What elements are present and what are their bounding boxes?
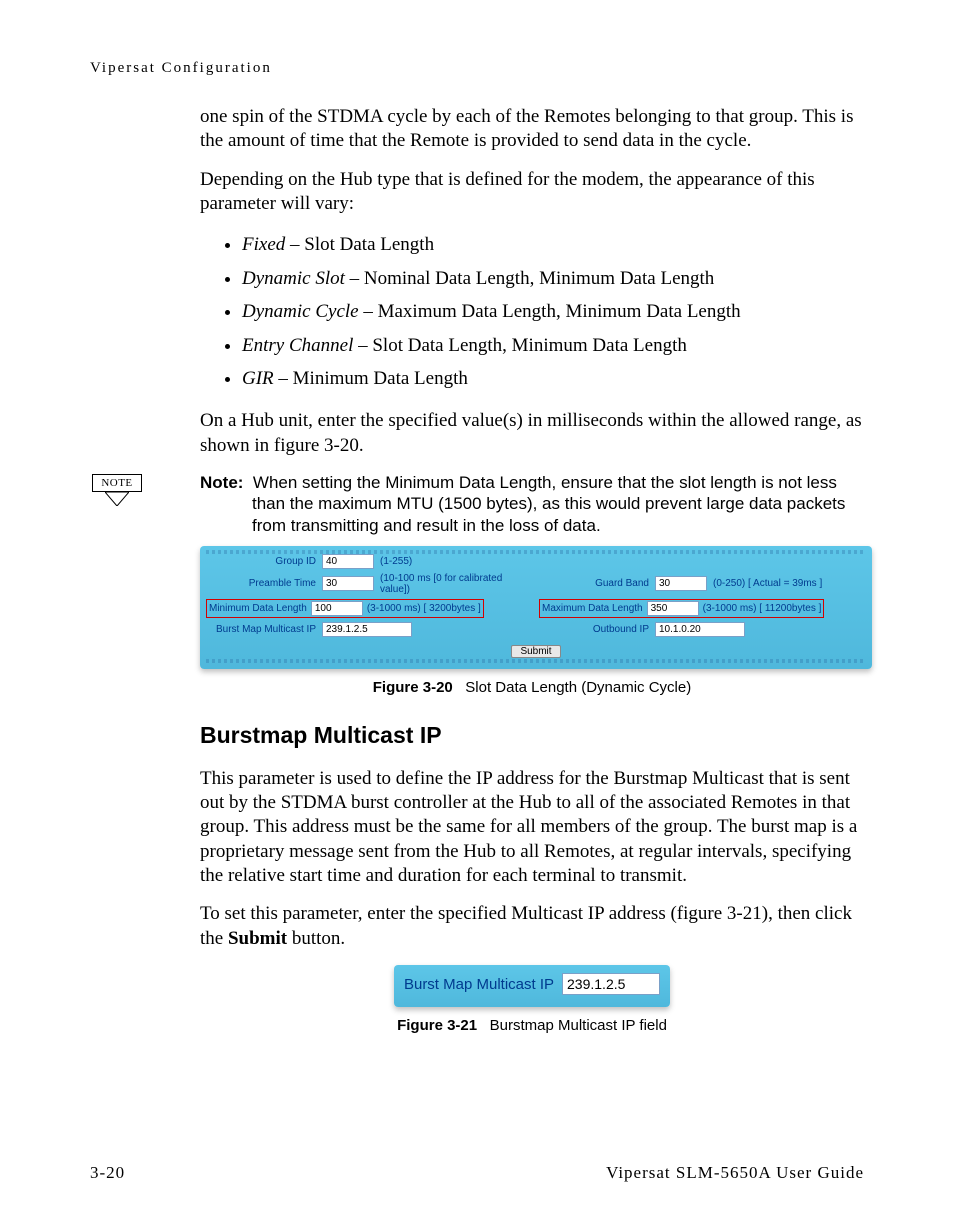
burst-ip-input[interactable]: [322, 622, 412, 637]
group-id-input[interactable]: [322, 554, 374, 569]
figure-3-20-panel: Group ID (1-255) Preamble Time (10-100 m…: [200, 546, 872, 669]
list-item: Entry Channel – Slot Data Length, Minimu…: [242, 331, 864, 360]
max-len-input[interactable]: [647, 601, 699, 616]
paragraph: This parameter is used to define the IP …: [200, 767, 864, 889]
preamble-hint: (10-100 ms [0 for calibrated value]): [380, 573, 533, 595]
running-head: Vipersat Configuration: [90, 60, 864, 77]
list-item: GIR – Minimum Data Length: [242, 364, 864, 393]
paragraph: one spin of the STDMA cycle by each of t…: [200, 105, 864, 154]
preamble-input[interactable]: [322, 576, 374, 591]
figure-3-20-caption: Figure 3-20 Slot Data Length (Dynamic Cy…: [200, 679, 864, 696]
submit-button[interactable]: Submit: [511, 645, 560, 658]
footer-title: Vipersat SLM-5650A User Guide: [606, 1163, 864, 1183]
outbound-ip-input[interactable]: [655, 622, 745, 637]
paragraph: On a Hub unit, enter the specified value…: [200, 409, 864, 458]
burst-ip-label: Burst Map Multicast IP: [206, 624, 316, 635]
group-id-label: Group ID: [206, 556, 316, 567]
preamble-label: Preamble Time: [206, 578, 316, 589]
list-item: Fixed – Slot Data Length: [242, 230, 864, 259]
paragraph: To set this parameter, enter the specifi…: [200, 902, 864, 951]
list-item: Dynamic Cycle – Maximum Data Length, Min…: [242, 297, 864, 326]
min-len-label: Minimum Data Length: [209, 603, 307, 614]
min-len-input[interactable]: [311, 601, 363, 616]
figure-3-21-caption: Figure 3-21 Burstmap Multicast IP field: [200, 1017, 864, 1034]
min-len-highlight: Minimum Data Length (3-1000 ms) [ 3200by…: [206, 599, 484, 618]
note-icon: NOTE: [92, 474, 142, 506]
min-len-hint: (3-1000 ms) [ 3200bytes ]: [367, 603, 481, 614]
guard-label: Guard Band: [539, 578, 649, 589]
max-len-label: Maximum Data Length: [542, 603, 643, 614]
max-len-highlight: Maximum Data Length (3-1000 ms) [ 11200b…: [539, 599, 824, 618]
note-text: Note: When setting the Minimum Data Leng…: [200, 472, 864, 536]
bullet-list: Fixed – Slot Data Length Dynamic Slot – …: [200, 230, 864, 393]
group-id-hint: (1-255): [380, 556, 412, 567]
page-number: 3-20: [90, 1163, 125, 1183]
guard-input[interactable]: [655, 576, 707, 591]
outbound-ip-label: Outbound IP: [539, 624, 649, 635]
burst-ip-label-fig21: Burst Map Multicast IP: [404, 976, 554, 993]
max-len-hint: (3-1000 ms) [ 11200bytes ]: [703, 603, 822, 614]
guard-hint: (0-250) [ Actual = 39ms ]: [713, 578, 822, 589]
list-item: Dynamic Slot – Nominal Data Length, Mini…: [242, 264, 864, 293]
burst-ip-input-fig21[interactable]: [562, 973, 660, 995]
figure-3-21-panel: Burst Map Multicast IP: [394, 965, 670, 1007]
section-heading: Burstmap Multicast IP: [200, 722, 864, 749]
paragraph: Depending on the Hub type that is define…: [200, 168, 864, 217]
